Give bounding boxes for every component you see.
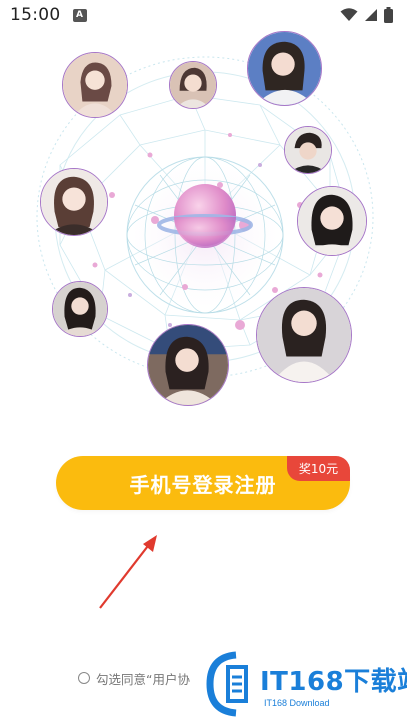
avatar-3-image: [248, 32, 321, 105]
agreement-row: 勾选同意“用户协: [78, 668, 190, 688]
avatar-4-image: [285, 127, 331, 173]
avatar-9-image: [148, 325, 228, 405]
signal-icon: [365, 9, 377, 21]
avatar-1-image: [63, 53, 127, 117]
accessibility-indicator-icon: A: [72, 8, 87, 22]
avatar-5[interactable]: [40, 168, 108, 236]
avatar-7[interactable]: [52, 281, 108, 337]
avatar-1[interactable]: [62, 52, 128, 118]
avatar-9[interactable]: [147, 324, 229, 406]
watermark-sub: IT168 Download: [264, 698, 330, 708]
wifi-icon: [340, 8, 358, 21]
status-time: 15:00: [10, 5, 61, 25]
avatar-6-image: [298, 187, 366, 255]
hero-graphic: [0, 25, 407, 420]
battery-icon: [384, 7, 393, 23]
reward-badge: 奖10元: [287, 456, 350, 481]
status-left: 15:00 A: [10, 5, 87, 25]
it168-logo-icon: [206, 651, 248, 717]
avatar-8-image: [257, 288, 351, 382]
agreement-text[interactable]: 勾选同意“用户协: [96, 669, 190, 688]
avatar-6[interactable]: [297, 186, 367, 256]
avatar-2-image: [170, 62, 216, 108]
avatar-5-image: [41, 169, 107, 235]
watermark-brand: IT168下载站: [260, 667, 407, 697]
pointer-arrow-icon: [99, 535, 157, 609]
avatar-2[interactable]: [169, 61, 217, 109]
agreement-checkbox[interactable]: [78, 672, 90, 684]
avatar-7-image: [53, 282, 107, 336]
login-button-label: 手机号登录注册: [129, 472, 277, 497]
status-right: [340, 7, 393, 23]
avatar-8[interactable]: [256, 287, 352, 383]
watermark: IT168下载站 IT168 Download: [200, 645, 407, 723]
avatar-4[interactable]: [284, 126, 332, 174]
avatar-3[interactable]: [247, 31, 322, 106]
